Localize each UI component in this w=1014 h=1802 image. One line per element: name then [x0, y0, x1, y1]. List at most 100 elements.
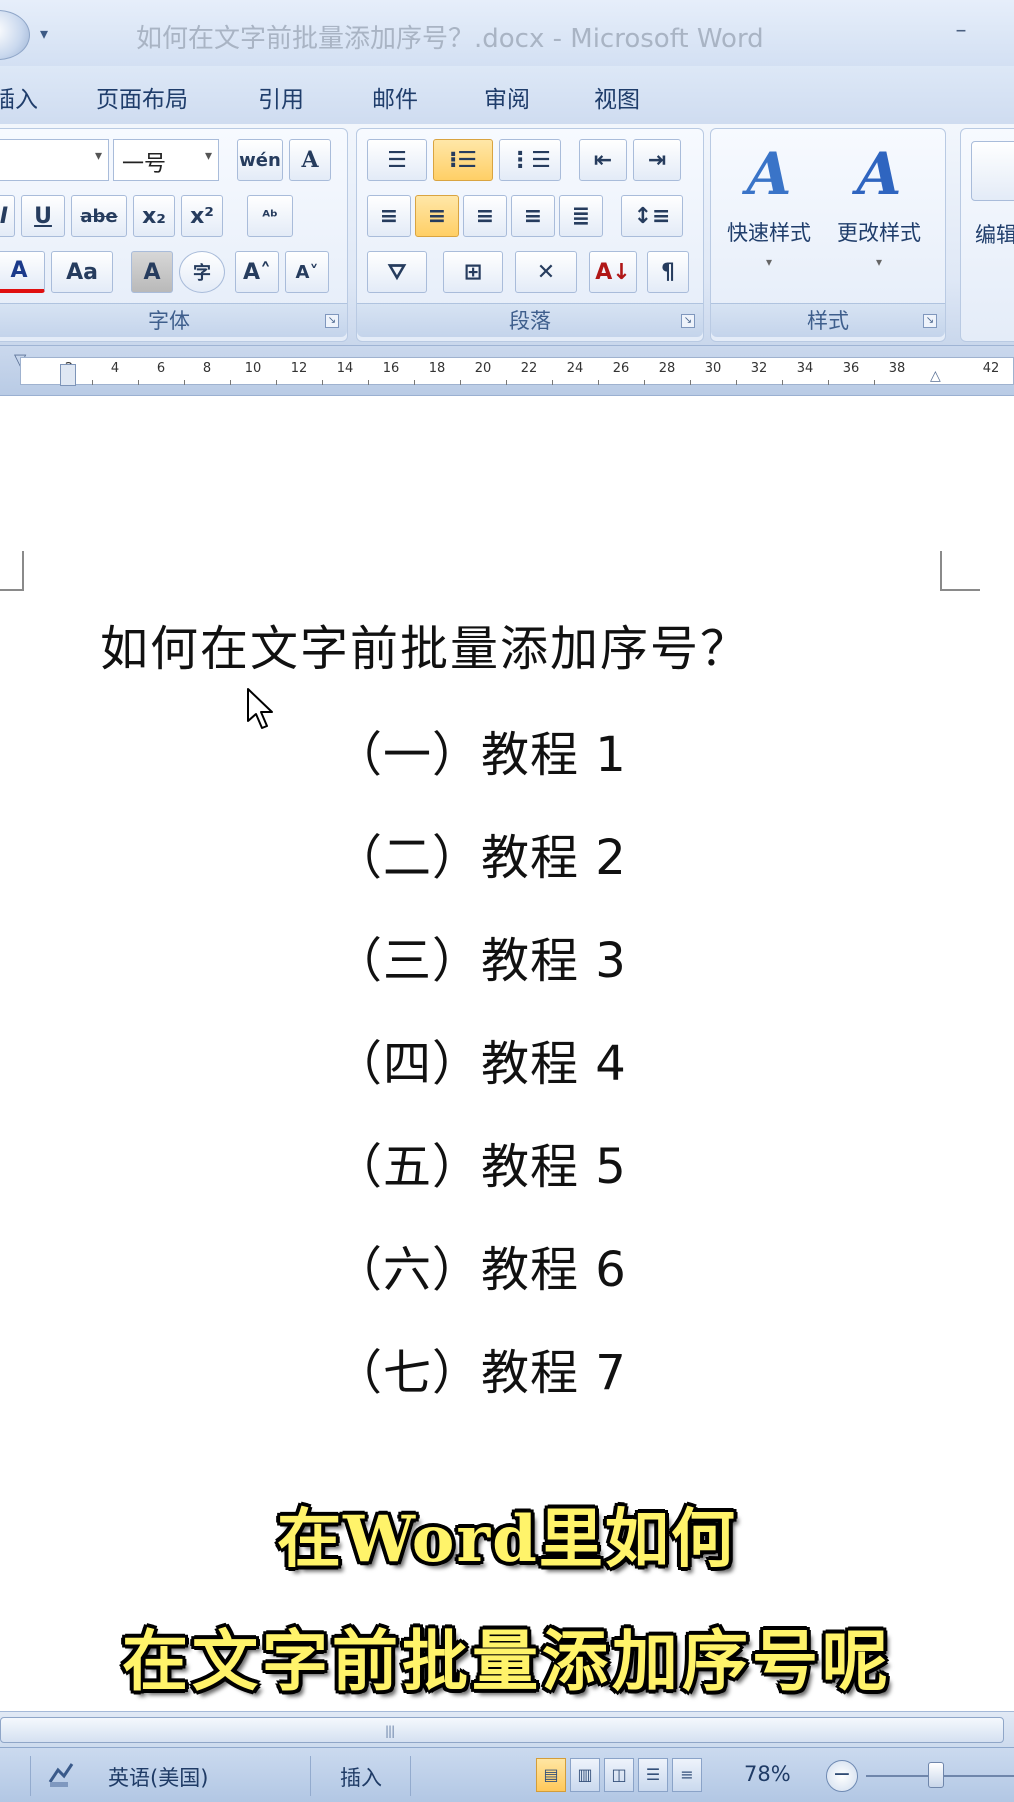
change-styles-button[interactable]: A 更改样式 ▾	[831, 139, 927, 289]
ruler-label: 24	[566, 361, 584, 376]
font-group: ▾ 一号 ▾ wén A I U abe x₂ x² ᴬᵇ A Aa A 字 A…	[0, 128, 348, 342]
tab-review[interactable]: 审阅	[484, 80, 530, 114]
styles-group-label: 样式	[711, 303, 945, 337]
scrollbar-thumb[interactable]: |||	[0, 1717, 1004, 1743]
chevron-down-icon: ▾	[875, 255, 883, 269]
sort-button[interactable]: A↓	[589, 251, 637, 293]
web-layout-view-icon[interactable]: ◫	[604, 1758, 634, 1792]
font-size-combo[interactable]: 一号 ▾	[113, 139, 219, 181]
subscript-button[interactable]: x₂	[133, 195, 175, 237]
list-item[interactable]: （二）教程 2	[334, 818, 627, 888]
proofing-icon[interactable]	[46, 1760, 76, 1790]
horizontal-ruler[interactable]: 2 4 6 8 10 12 14 16 18 20 22 24 26 28 30…	[20, 357, 1014, 385]
font-group-label: 字体	[0, 303, 347, 337]
clear-formatting-button[interactable]: ᴬᵇ	[247, 195, 293, 237]
tab-view[interactable]: 视图	[594, 80, 640, 114]
ruler-bar: ▽ 2 4 6 8 10 12 14 16 18 20 22 24 26 28 …	[0, 346, 1014, 396]
asian-layout-button[interactable]: ✕	[515, 251, 577, 293]
quick-access-dropdown-icon[interactable]: ▾	[40, 24, 48, 43]
list-item[interactable]: （四）教程 4	[334, 1024, 627, 1094]
grip-icon: |||	[385, 1724, 395, 1738]
distributed-button[interactable]: ≣	[559, 195, 603, 237]
zoom-level[interactable]: 78%	[744, 1762, 791, 1786]
ruler-label: 12	[290, 361, 308, 376]
ruler-label: 14	[336, 361, 354, 376]
ribbon: ▾ 一号 ▾ wén A I U abe x₂ x² ᴬᵇ A Aa A 字 A…	[0, 124, 1014, 346]
quick-styles-icon: A	[746, 140, 792, 208]
ruler-label: 22	[520, 361, 538, 376]
crop-mark-right	[940, 551, 980, 591]
ruler-label: 4	[110, 361, 120, 376]
print-layout-view-icon[interactable]: ▤	[536, 1758, 566, 1792]
list-item[interactable]: （六）教程 6	[334, 1230, 627, 1300]
align-left-button[interactable]: ≡	[367, 195, 411, 237]
italic-button[interactable]: I	[0, 195, 15, 237]
caption-line-2: 在文字前批量添加序号呢	[122, 1622, 892, 1700]
list-item[interactable]: （一）教程 1	[334, 715, 627, 785]
status-bar: 英语(美国) 插入 ▤ ▥ ◫ ☰ ≡ 78% −	[0, 1747, 1014, 1802]
enclose-characters-button[interactable]: 字	[179, 251, 225, 293]
styles-dialog-launcher-icon[interactable]: ↘	[923, 314, 937, 328]
language-indicator[interactable]: 英语(美国)	[108, 1762, 208, 1792]
superscript-button[interactable]: x²	[181, 195, 223, 237]
zoom-slider-thumb[interactable]	[928, 1762, 944, 1788]
office-button[interactable]	[0, 10, 30, 60]
ruler-label: 18	[428, 361, 446, 376]
ruler-label: 36	[842, 361, 860, 376]
ruler-label: 8	[202, 361, 212, 376]
title-bar: ▾ 如何在文字前批量添加序号？.docx - Microsoft Word –	[0, 0, 1014, 66]
font-name-combo[interactable]: ▾	[0, 139, 109, 181]
ruler-label: 10	[244, 361, 262, 376]
quick-styles-button[interactable]: A 快速样式 ▾	[721, 139, 817, 289]
paragraph-group-label: 段落	[357, 303, 703, 337]
increase-indent-button[interactable]: ⇥	[633, 139, 681, 181]
list-item[interactable]: （五）教程 5	[334, 1127, 627, 1197]
strikethrough-button[interactable]: abe	[71, 195, 127, 237]
zoom-out-button[interactable]: −	[826, 1760, 858, 1792]
find-icon[interactable]	[971, 141, 1014, 201]
ruler-label: 6	[156, 361, 166, 376]
outline-view-icon[interactable]: ☰	[638, 1758, 668, 1792]
left-indent-handle[interactable]	[60, 364, 76, 386]
line-spacing-button[interactable]: ↕≡	[621, 195, 683, 237]
multilevel-list-button[interactable]: ⋮☰	[499, 139, 561, 181]
tab-page-layout[interactable]: 页面布局	[96, 80, 188, 114]
full-screen-reading-view-icon[interactable]: ▥	[570, 1758, 600, 1792]
change-case-button[interactable]: Aa	[51, 251, 113, 293]
right-indent-icon[interactable]: △	[930, 368, 941, 384]
insert-mode-indicator[interactable]: 插入	[340, 1762, 382, 1792]
font-color-button[interactable]: A	[0, 251, 45, 293]
align-center-button[interactable]: ≡	[415, 195, 459, 237]
list-item[interactable]: （七）教程 7	[334, 1333, 627, 1403]
ruler-label: 34	[796, 361, 814, 376]
horizontal-scrollbar[interactable]: |||	[0, 1711, 1014, 1747]
shrink-font-button[interactable]: A˅	[285, 251, 329, 293]
phonetic-guide-button[interactable]: wén	[237, 139, 283, 181]
change-styles-icon: A	[856, 140, 902, 208]
grow-font-button[interactable]: A˄	[235, 251, 279, 293]
ruler-label: 16	[382, 361, 400, 376]
character-border-button[interactable]: A	[289, 139, 331, 181]
align-right-button[interactable]: ≡	[463, 195, 507, 237]
borders-button[interactable]: ⊞	[443, 251, 503, 293]
underline-button[interactable]: U	[21, 195, 65, 237]
shading-button[interactable]: ⛛	[367, 251, 427, 293]
styles-group: A 快速样式 ▾ A 更改样式 ▾ 样式 ↘	[710, 128, 946, 342]
font-dialog-launcher-icon[interactable]: ↘	[325, 314, 339, 328]
ruler-label: 30	[704, 361, 722, 376]
tab-references[interactable]: 引用	[258, 80, 304, 114]
document-heading[interactable]: 如何在文字前批量添加序号？	[100, 609, 750, 679]
draft-view-icon[interactable]: ≡	[672, 1758, 702, 1792]
character-shading-button[interactable]: A	[131, 251, 173, 293]
crop-mark-left	[0, 551, 24, 591]
paragraph-dialog-launcher-icon[interactable]: ↘	[681, 314, 695, 328]
show-paragraph-marks-button[interactable]: ¶	[647, 251, 689, 293]
decrease-indent-button[interactable]: ⇤	[579, 139, 627, 181]
bullets-button[interactable]: ☰	[367, 139, 427, 181]
tab-mailings[interactable]: 邮件	[372, 80, 418, 114]
justify-button[interactable]: ≡	[511, 195, 555, 237]
minimize-button[interactable]: –	[946, 20, 976, 46]
numbering-button[interactable]: ⁝☰	[433, 139, 493, 181]
list-item[interactable]: （三）教程 3	[334, 921, 627, 991]
tab-insert[interactable]: 插入	[0, 80, 38, 114]
